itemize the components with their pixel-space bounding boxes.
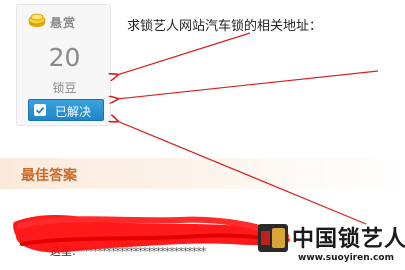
watermark-title: 中国锁艺人 (292, 226, 405, 252)
watermark-url: www.suoyiren.com (298, 253, 394, 263)
arrow-to-answer (117, 121, 367, 225)
watermark-logo: 中国锁艺人 www.suoyiren.com (258, 221, 405, 267)
arrow-to-status (117, 70, 379, 99)
arrow-to-bounty (117, 32, 251, 75)
logo-icon (258, 224, 288, 252)
